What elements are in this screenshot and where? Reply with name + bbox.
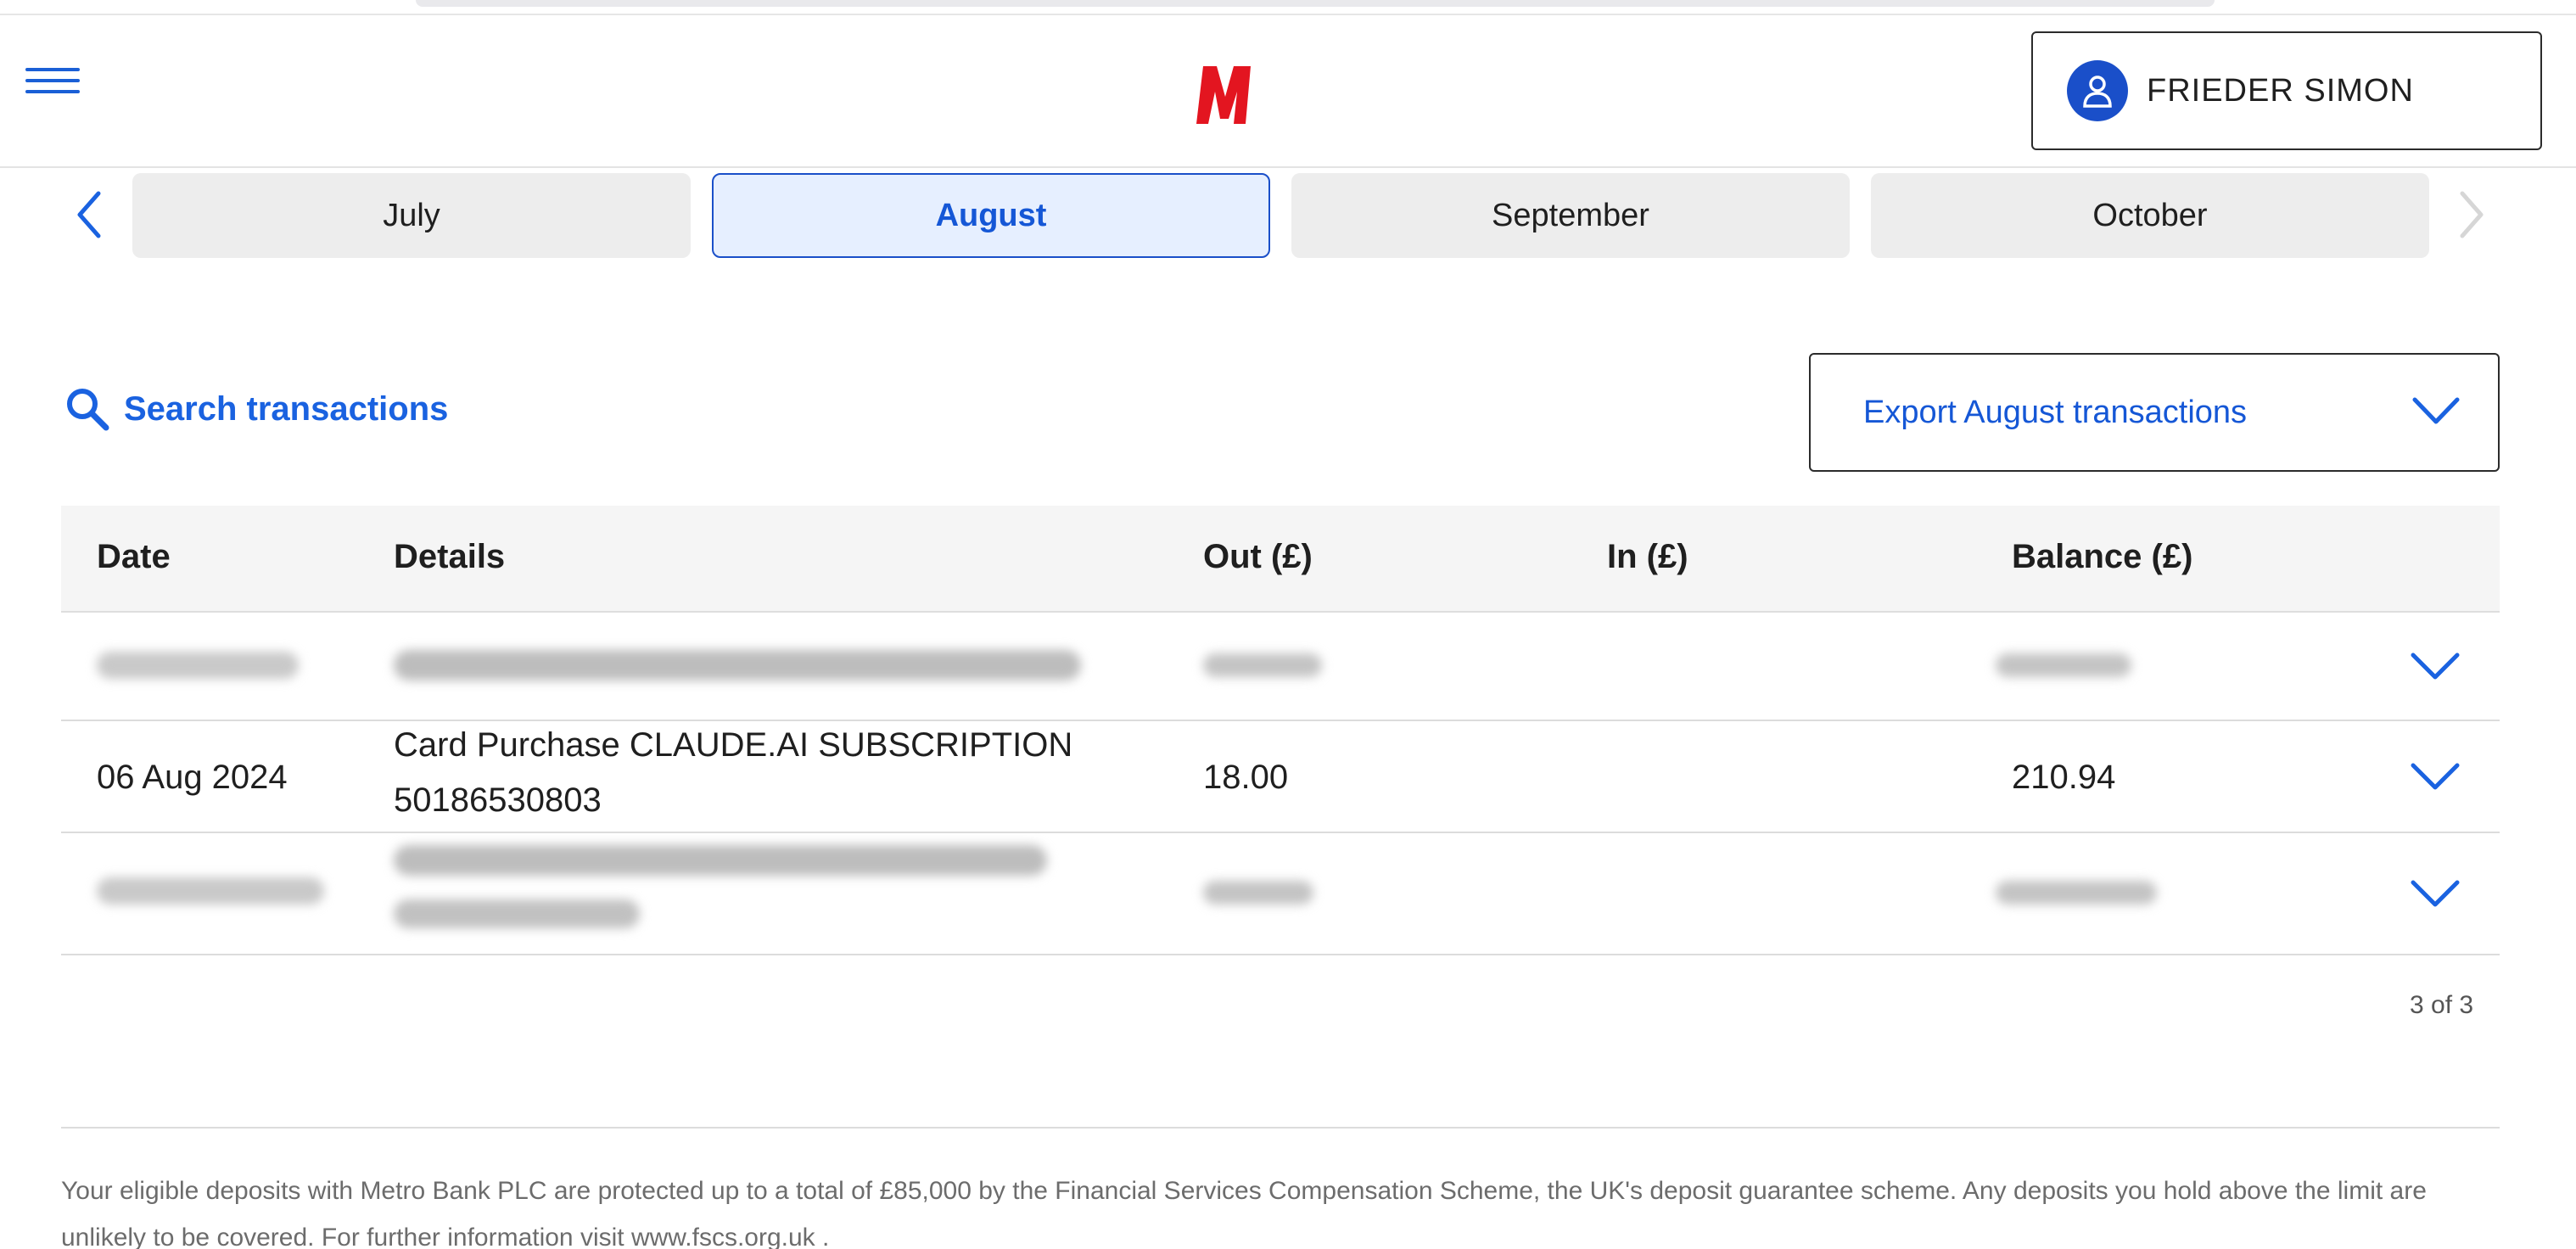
user-name: FRIEDER SIMON [2147,72,2414,109]
chevron-left-icon [77,191,101,238]
search-transactions-label: Search transactions [124,389,449,428]
table-row-redacted[interactable] [61,613,2500,721]
export-transactions-dropdown[interactable]: Export August transactions [1809,353,2500,472]
row-out-amount: 18.00 [1203,759,1289,796]
row-date: 06 Aug 2024 [97,759,288,796]
redacted-balance [1996,881,2157,905]
month-tab-september[interactable]: September [1291,173,1850,258]
search-transactions-link[interactable]: Search transactions [64,386,448,432]
m-logo-icon [1196,66,1251,124]
redacted-date [97,877,324,905]
export-label: Export August transactions [1863,394,2248,430]
redacted-details [394,845,1047,876]
redacted-out [1203,653,1322,677]
column-header-in: In (£) [1607,538,1688,575]
row-balance: 210.94 [2012,759,2116,796]
menu-line [25,79,80,82]
row-details-line1: Card Purchase CLAUDE.AI SUBSCRIPTION [394,726,1073,764]
redacted-details [394,899,640,928]
redacted-date [97,652,299,679]
month-tab-october[interactable]: October [1871,173,2429,258]
chevron-right-icon [2460,191,2484,238]
pagination-count: 3 of 3 [2410,991,2474,1019]
column-header-balance: Balance (£) [2012,538,2193,575]
redacted-balance [1996,653,2131,677]
browser-top-strip [0,0,2576,15]
column-header-out: Out (£) [1203,538,1313,575]
next-month-button[interactable] [2442,185,2501,244]
column-header-details: Details [394,538,506,575]
metro-bank-logo[interactable] [1195,63,1256,127]
row-details-line2: 50186530803 [394,781,602,819]
table-row-redacted[interactable] [61,833,2500,955]
month-tab-july[interactable]: July [132,173,691,258]
table-row[interactable]: 06 Aug 2024 Card Purchase CLAUDE.AI SUBS… [61,721,2500,833]
menu-line [25,68,80,71]
transactions-table: Date Details Out (£) In (£) Balance (£) … [61,506,2500,955]
column-header-date: Date [97,538,171,575]
expand-row-chevron-icon[interactable] [2408,877,2462,911]
chevron-down-icon [2412,397,2460,424]
footer-divider [61,1127,2500,1129]
expand-row-chevron-icon[interactable] [2408,650,2462,684]
table-header: Date Details Out (£) In (£) Balance (£) [61,506,2500,613]
app-header: FRIEDER SIMON [0,15,2576,168]
month-selector: July August September October [0,170,2576,263]
user-profile-button[interactable]: FRIEDER SIMON [2031,31,2542,150]
search-icon [67,389,109,431]
month-tab-august[interactable]: August [712,173,1270,258]
address-bar-edge [416,0,2215,7]
fscs-disclaimer: Your eligible deposits with Metro Bank P… [61,1177,2427,1249]
previous-month-button[interactable] [59,185,119,244]
menu-line [25,90,80,93]
redacted-details [394,650,1081,681]
user-avatar-icon [2067,60,2128,121]
redacted-out [1203,881,1313,905]
expand-row-chevron-icon[interactable] [2408,760,2462,794]
hamburger-menu-button[interactable] [25,68,80,102]
